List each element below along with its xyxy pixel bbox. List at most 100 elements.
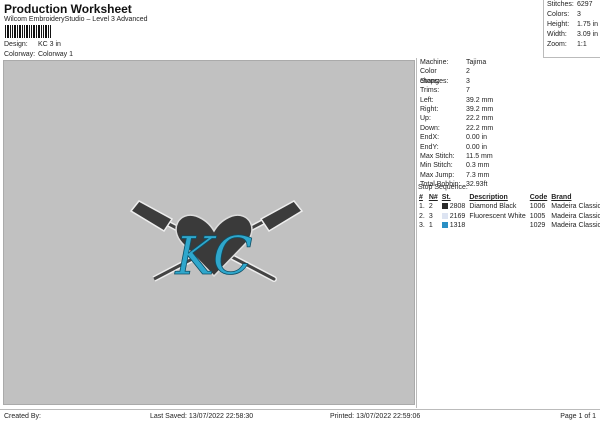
barcode-bar	[22, 25, 23, 38]
barcode-bar	[7, 25, 9, 38]
barcode-bar	[45, 25, 47, 38]
info-row: Min Stitch: 0.3 mm	[417, 161, 600, 170]
info-row: Down: 22.2 mm	[417, 124, 600, 133]
info-label: Color changes:	[420, 68, 449, 85]
info-value: Tajima	[466, 59, 487, 66]
barcode-bar	[38, 25, 40, 38]
info-label: Right:	[420, 105, 439, 113]
info-label: Machine:	[420, 59, 449, 66]
column-header: N#	[428, 194, 438, 201]
barcode-bar	[24, 25, 25, 38]
barcode-bar	[50, 25, 51, 38]
barcode-bar	[5, 25, 6, 38]
barcode-bar	[31, 25, 32, 38]
barcode-bar	[33, 25, 35, 38]
info-value: 3.09 in	[577, 31, 599, 38]
needle: 1	[428, 222, 433, 230]
column-header: St.	[441, 194, 451, 201]
info-value: 0.3 mm	[466, 162, 490, 170]
code: 1029	[529, 222, 546, 230]
info-value: 6297	[577, 1, 593, 8]
barcode	[5, 25, 62, 38]
index: 3.	[419, 222, 425, 230]
barcode-bar	[19, 25, 21, 38]
info-row: Right: 39.2 mm	[417, 105, 600, 114]
stop-sequence-label: Stop Sequence:	[418, 184, 468, 191]
barcode-bar	[43, 25, 44, 38]
info-label: Width:	[547, 31, 567, 38]
design-name: KC 3 in	[38, 41, 61, 48]
info-value: 11.5 mm	[466, 152, 493, 160]
column-header: Brand	[551, 194, 572, 201]
info-value: 2	[466, 68, 470, 76]
info-label: Height:	[547, 21, 570, 28]
stitch-count: 2808	[449, 203, 466, 211]
info-label: Up:	[420, 115, 431, 123]
page-title: Production Worksheet	[4, 2, 132, 16]
description	[467, 221, 527, 231]
color-swatch	[441, 222, 448, 229]
brand: Madeira Classic 40	[551, 222, 600, 230]
info-label: EndY:	[420, 143, 439, 151]
stitches: 2169	[440, 212, 468, 222]
description: Diamond Black	[469, 203, 517, 211]
summary-panel: Stitches: 6297 Colors: 3 Height: 1.75 in Width…	[543, 0, 600, 58]
info-label: Min Stitch:	[420, 162, 453, 170]
color-swatch	[441, 212, 448, 219]
table-row: 2. 3 2169 Fluorescent White 1005 Madeira Cla…	[417, 212, 600, 222]
barcode-bar	[29, 25, 30, 38]
monogram: KC	[174, 227, 252, 287]
label: Design:	[4, 41, 28, 48]
info-value: 1.75 in	[577, 21, 599, 28]
info-value: 22.2 mm	[466, 115, 494, 123]
barcode-bar	[10, 25, 11, 38]
index: 2.	[419, 212, 425, 220]
info-label: Stitches:	[547, 1, 574, 8]
info-label: Max Stitch:	[420, 152, 455, 160]
barcode-bar	[26, 25, 28, 38]
info-label: Trims:	[420, 87, 440, 95]
info-label: EndX:	[420, 134, 440, 142]
info-value: 0.00 in	[466, 143, 488, 151]
info-label: Max Jump:	[420, 171, 455, 179]
stitches: 2808	[440, 202, 468, 212]
info-value: 3	[466, 77, 470, 85]
info-value: 3	[577, 11, 581, 18]
colorway-row: Colorway: Colorway 1	[4, 51, 73, 58]
info-value: 0.00 in	[466, 134, 488, 142]
info-row: Width: 3.09 in	[544, 30, 600, 40]
stitches: 1318	[440, 221, 468, 231]
info-row: Up: 22.2 mm	[417, 114, 600, 123]
info-row: Stitches: 6297	[544, 0, 600, 10]
info-value: 39.2 mm	[466, 105, 494, 113]
design-preview: KC	[3, 60, 415, 405]
needle: 3	[428, 212, 433, 220]
page-number: Page 1 of 1	[560, 413, 596, 420]
info-value: 7	[466, 87, 470, 95]
details-panel: Machine: Tajima Color changes: 2 Stops: 3 Trim…	[416, 58, 600, 408]
needle: 2	[428, 203, 433, 211]
stop-sequence-table: # N# St. Description Code Brand 1. 2 2808 Diamon…	[417, 193, 600, 231]
column-header: #	[419, 194, 423, 201]
info-value: 1:1	[577, 41, 587, 48]
color-swatch	[441, 203, 448, 210]
info-label: Stops:	[420, 77, 440, 85]
column-header: Description	[469, 194, 508, 201]
info-row: Stops: 3	[417, 77, 600, 86]
label: Colorway:	[4, 51, 36, 58]
embroidery-design: KC	[129, 200, 304, 287]
info-row: Colors: 3	[544, 10, 600, 20]
info-row: Height: 1.75 in	[544, 20, 600, 30]
info-row: EndX: 0.00 in	[417, 133, 600, 142]
code: 1005	[529, 212, 546, 220]
table-row: 3.1 1318 1029 Madeira Classic 40	[417, 221, 600, 231]
barcode-bar	[41, 25, 42, 38]
brand: Madeira Classic 40	[551, 212, 600, 220]
printed-date: Printed: 13/07/2022 22:59:06	[330, 413, 421, 420]
info-row: Trims: 7	[417, 86, 600, 95]
info-label: Zoom:	[547, 41, 567, 48]
code: 1006	[529, 203, 546, 211]
info-row: Machine: Tajima	[417, 58, 600, 67]
info-row: Max Jump: 7.3 mm	[417, 171, 600, 180]
info-row: EndY: 0.00 in	[417, 143, 600, 152]
